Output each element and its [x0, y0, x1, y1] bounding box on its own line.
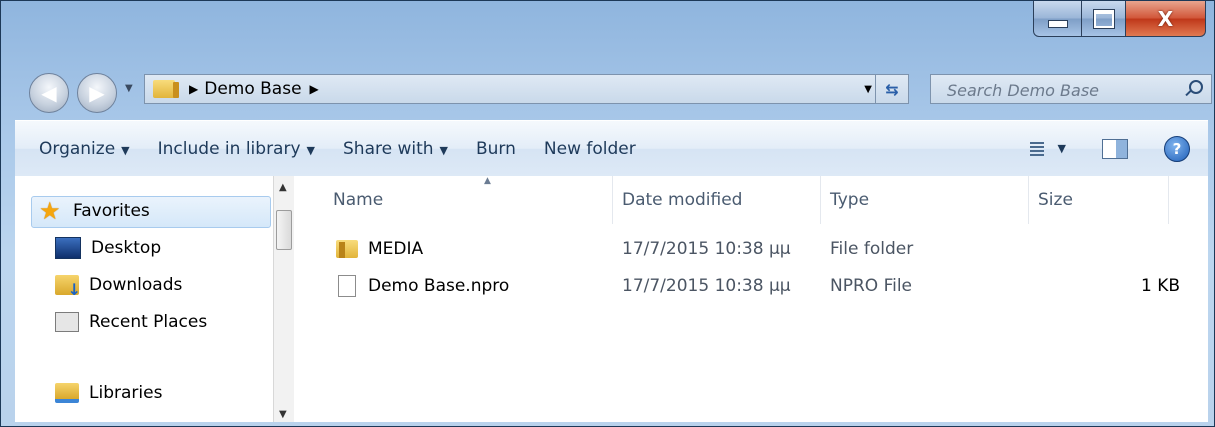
size-cell: 1 KB: [1140, 276, 1180, 296]
forward-button[interactable]: ▶: [77, 73, 117, 113]
column-header-label: Size: [1038, 190, 1073, 210]
new-folder-button[interactable]: New folder: [544, 139, 636, 159]
sidebar-item-label: Recent Places: [89, 312, 208, 332]
column-header-size[interactable]: Size: [1029, 176, 1169, 224]
command-bar: Organize ▼ Include in library ▼ Share with…: [15, 120, 1208, 177]
organize-menu[interactable]: Organize ▼: [39, 139, 130, 159]
search-input[interactable]: [931, 75, 1189, 105]
address-row: ◀ ▶ ▼ ▶ Demo Base ▶ ▼ ⇆: [1, 69, 1214, 113]
share-with-menu[interactable]: Share with ▼: [343, 139, 448, 159]
back-button[interactable]: ◀: [29, 73, 69, 113]
address-dropdown-icon[interactable]: ▼: [864, 84, 872, 95]
address-bar[interactable]: ▶ Demo Base ▶ ▼ ⇆: [144, 74, 909, 104]
close-button[interactable]: X: [1126, 1, 1206, 37]
type-cell: NPRO File: [830, 276, 913, 296]
maximize-button[interactable]: [1082, 1, 1126, 37]
column-header-date-modified[interactable]: Date modified: [613, 176, 821, 224]
sidebar-item-recent-places[interactable]: Recent Places: [55, 312, 207, 332]
explorer-content: ★ Favorites Desktop Downloads Recent Pla…: [15, 176, 1208, 422]
help-icon[interactable]: ?: [1164, 135, 1190, 162]
column-header-label: Date modified: [622, 190, 743, 210]
sidebar-item-label: Downloads: [89, 275, 183, 295]
change-view-button[interactable]: ▼: [1029, 141, 1066, 156]
libraries-icon: [55, 383, 79, 403]
burn-button[interactable]: Burn: [476, 139, 516, 159]
recent-places-icon: [55, 312, 79, 332]
chevron-down-icon: ▼: [306, 143, 315, 157]
sidebar-item-desktop[interactable]: Desktop: [55, 237, 161, 259]
file-list: Name ▲ Date modified Type Size MEDIA 17/…: [294, 176, 1208, 422]
date-modified-cell: 17/7/2015 10:38 μμ: [622, 276, 791, 296]
column-header-name[interactable]: Name ▲: [324, 176, 613, 224]
breadcrumb-demo-base[interactable]: Demo Base: [204, 79, 301, 99]
chevron-down-icon: ▼: [121, 143, 130, 157]
share-with-label: Share with: [343, 138, 434, 159]
view-controls: ▼ ?: [1029, 121, 1208, 176]
breadcrumb-separator-icon[interactable]: ▶: [310, 82, 319, 96]
scroll-up-icon[interactable]: ▲: [279, 182, 287, 193]
date-modified-cell: 17/7/2015 10:38 μμ: [622, 239, 791, 259]
chevron-down-icon: ▼: [1057, 142, 1066, 155]
minimize-icon: [1047, 19, 1068, 28]
refresh-button[interactable]: ⇆: [875, 75, 908, 103]
sidebar-item-label: Desktop: [91, 238, 162, 258]
folder-icon: [153, 80, 179, 98]
column-header-label: Type: [830, 190, 870, 210]
breadcrumb-separator-icon[interactable]: ▶: [189, 82, 198, 96]
desktop-icon: [55, 237, 81, 259]
sidebar-item-downloads[interactable]: Downloads: [55, 275, 183, 299]
downloads-folder-icon: [55, 275, 81, 299]
sidebar-item-label: Libraries: [89, 383, 163, 403]
include-in-library-menu[interactable]: Include in library ▼: [158, 139, 315, 159]
window-caption-buttons: X: [1033, 1, 1206, 41]
back-arrow-icon: ◀: [41, 81, 57, 105]
column-header-label: Name: [333, 190, 384, 210]
search-box[interactable]: [930, 74, 1212, 105]
folder-icon: [336, 240, 358, 258]
recent-pages-dropdown[interactable]: ▼: [125, 83, 133, 94]
search-icon[interactable]: [1189, 80, 1203, 94]
file-name: Demo Base.npro: [368, 276, 510, 296]
refresh-icon: ⇆: [885, 79, 899, 99]
sidebar-item-favorites[interactable]: ★ Favorites: [39, 197, 150, 225]
table-row[interactable]: Demo Base.npro 17/7/2015 10:38 μμ NPRO F…: [294, 270, 1208, 302]
navigation-pane: ★ Favorites Desktop Downloads Recent Pla…: [15, 176, 271, 422]
organize-label: Organize: [39, 138, 116, 159]
file-icon: [338, 275, 356, 297]
close-icon: X: [1157, 6, 1174, 31]
column-header-type[interactable]: Type: [821, 176, 1029, 224]
type-cell: File folder: [830, 239, 914, 259]
star-icon: ★: [39, 197, 61, 225]
sidebar-item-label: Favorites: [73, 201, 150, 221]
file-name: MEDIA: [368, 239, 424, 259]
file-name-cell: Demo Base.npro: [336, 275, 509, 297]
table-row[interactable]: MEDIA 17/7/2015 10:38 μμ File folder: [294, 233, 1208, 265]
minimize-button[interactable]: [1033, 1, 1082, 37]
scroll-down-icon[interactable]: ▼: [279, 409, 287, 420]
chevron-down-icon: ▼: [439, 143, 448, 157]
sidebar-item-libraries[interactable]: Libraries: [55, 383, 162, 403]
scrollbar-thumb[interactable]: [276, 210, 292, 250]
forward-arrow-icon: ▶: [89, 81, 105, 105]
preview-pane-icon[interactable]: [1102, 138, 1128, 159]
explorer-window: X ◀ ▶ ▼ ▶ Demo Base ▶ ▼ ⇆ Organize ▼ Incl…: [0, 0, 1215, 427]
maximize-icon: [1092, 8, 1115, 29]
sort-ascending-icon: ▲: [484, 176, 491, 186]
navigation-scrollbar[interactable]: ▲ ▼: [273, 176, 294, 422]
details-view-icon: [1029, 141, 1044, 156]
file-name-cell: MEDIA: [336, 239, 423, 259]
include-in-library-label: Include in library: [157, 138, 301, 159]
